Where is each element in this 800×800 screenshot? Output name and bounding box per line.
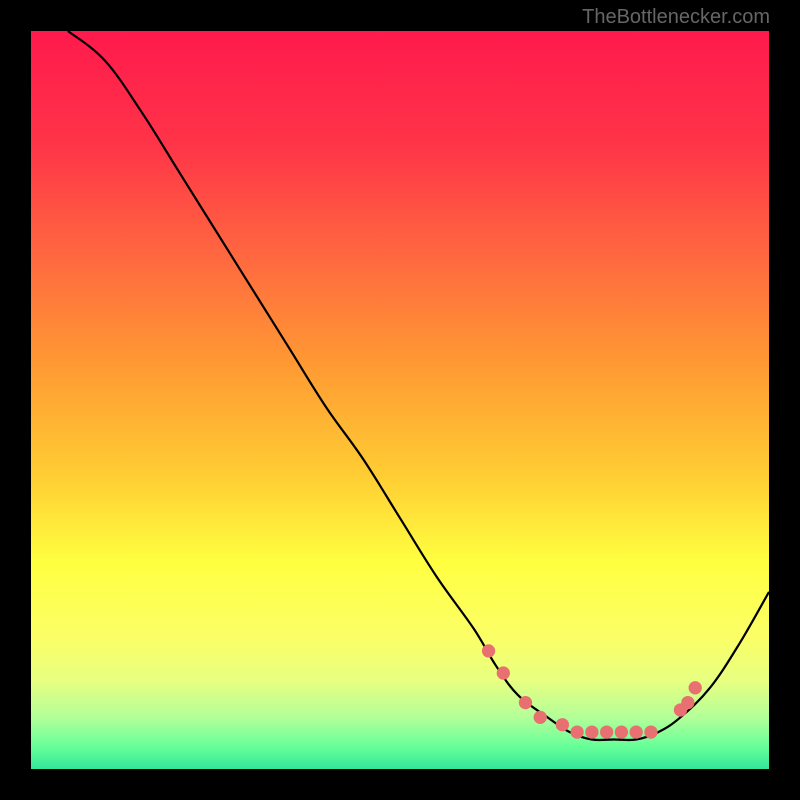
- marker-point: [556, 718, 569, 731]
- marker-point: [482, 644, 495, 657]
- marker-point: [534, 711, 547, 724]
- chart-container: TheBottlenecker.com: [0, 0, 800, 800]
- marker-point: [585, 725, 598, 738]
- curve-svg: [31, 31, 769, 769]
- bottleneck-curve: [68, 31, 769, 740]
- marker-point: [519, 696, 532, 709]
- marker-point: [644, 725, 657, 738]
- marker-point: [497, 666, 510, 679]
- marker-point: [600, 725, 613, 738]
- marker-point: [570, 725, 583, 738]
- attribution-text: TheBottlenecker.com: [582, 6, 770, 29]
- marker-point: [615, 725, 628, 738]
- marker-point: [681, 696, 694, 709]
- marker-point: [689, 681, 702, 694]
- plot-area: [31, 31, 769, 769]
- marker-point: [630, 725, 643, 738]
